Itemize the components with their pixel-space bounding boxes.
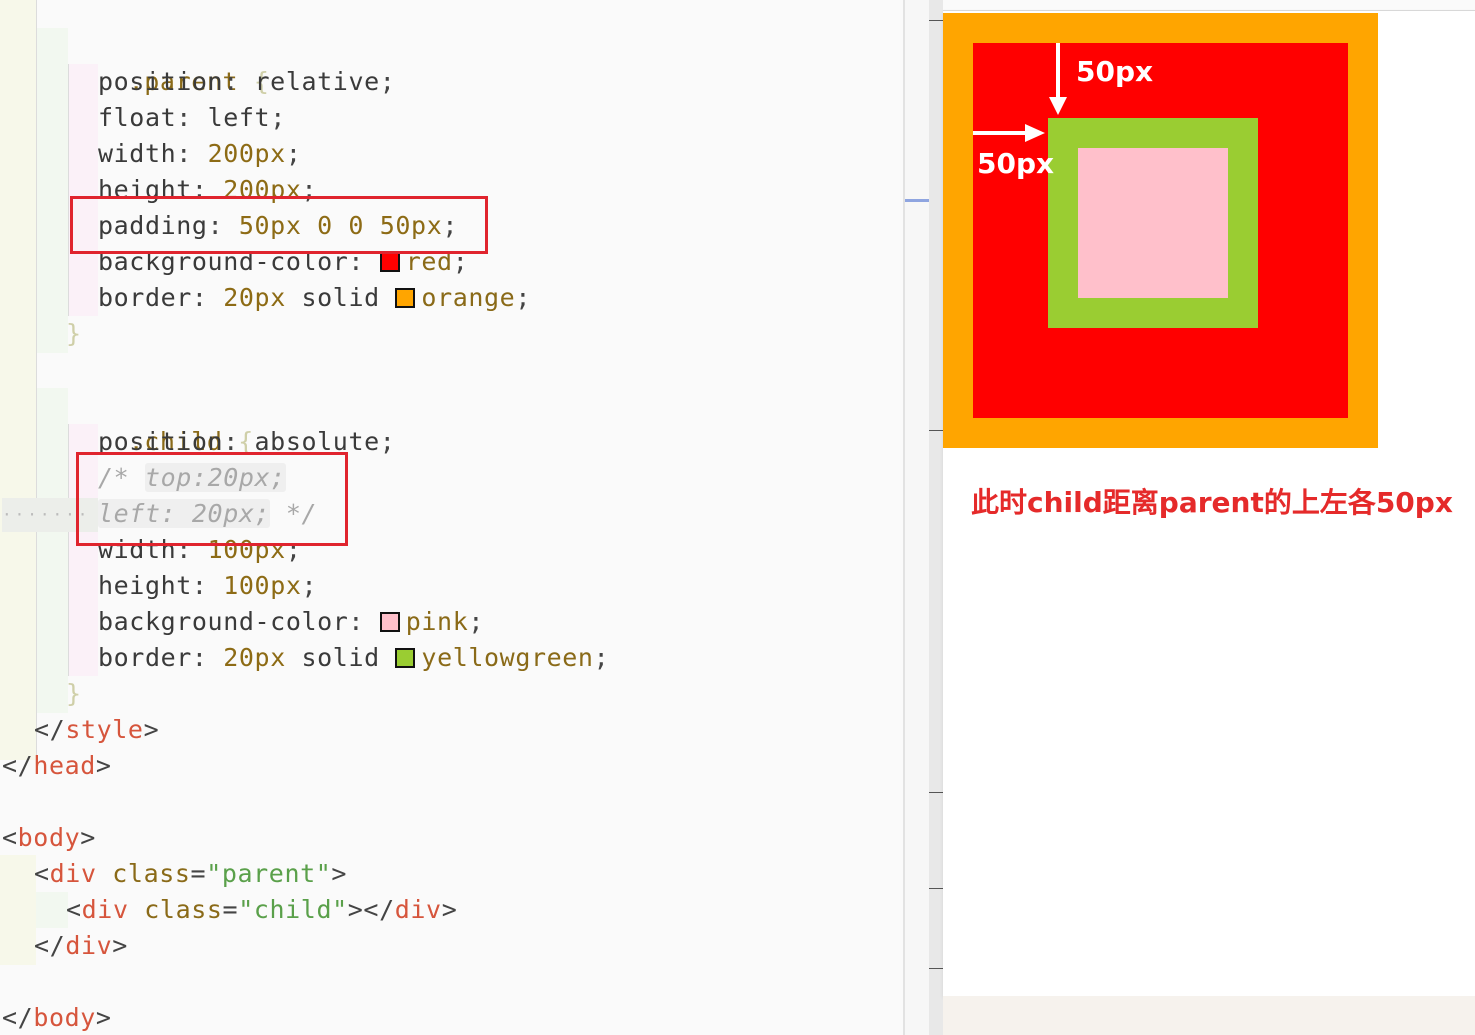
strip-tick (929, 430, 943, 431)
side-strip (929, 0, 943, 1035)
code-line[interactable]: </body> (2, 1000, 112, 1035)
right-arrow-icon (973, 124, 1045, 142)
code-line[interactable]: } (66, 316, 82, 352)
code-line[interactable]: background-color: pink; (98, 604, 484, 640)
code-line[interactable]: <div class="child"></div> (66, 892, 457, 928)
scroll-gutter[interactable] (905, 0, 929, 1035)
indent-guide (36, 388, 68, 713)
code-line[interactable]: .parent { (66, 28, 269, 96)
code-line[interactable]: border: 20px solid orange; (98, 280, 531, 316)
code-line[interactable]: </head> (2, 748, 112, 784)
code-line[interactable]: </style> (34, 712, 159, 748)
code-line[interactable]: .child { (66, 388, 254, 456)
indent-line (36, 0, 37, 760)
color-swatch-pink[interactable] (379, 612, 400, 632)
browser-preview: 50px 50px 此时child距离parent的上左各50px (943, 10, 1475, 996)
caption-text: 此时child距离parent的上左各50px (971, 486, 1453, 519)
preview-footer (943, 996, 1475, 1035)
code-line[interactable]: <body> (2, 820, 96, 856)
indent-guide (0, 0, 36, 760)
code-line[interactable]: <div class="parent"> (34, 856, 347, 892)
arrow-annotations (973, 43, 1067, 142)
color-swatch-orange[interactable] (395, 288, 416, 308)
indent-guide (0, 855, 36, 965)
down-arrow-icon (1049, 43, 1067, 115)
strip-tick (929, 968, 943, 969)
color-swatch-red[interactable] (379, 252, 400, 272)
code-line[interactable]: border: 20px solid yellowgreen; (98, 640, 609, 676)
highlight-box-comment (76, 452, 348, 546)
strip-tick (929, 888, 943, 889)
code-line[interactable]: height: 100px; (98, 568, 317, 604)
top-offset-label: 50px (1076, 55, 1154, 88)
highlight-box-padding (70, 196, 488, 254)
color-swatch-yellowgreen[interactable] (395, 648, 416, 668)
code-line[interactable]: position: relative; (98, 64, 395, 100)
code-line[interactable]: } (66, 676, 82, 712)
scroll-marker (905, 199, 929, 202)
indent-guide (36, 28, 68, 353)
indent-guide (36, 892, 68, 928)
code-line[interactable]: float: left; (98, 100, 286, 136)
code-editor[interactable]: .parent { position: relative; float: lef… (0, 0, 903, 1035)
code-line[interactable]: </div> (34, 928, 128, 964)
left-offset-label: 50px (977, 147, 1055, 180)
strip-tick (929, 20, 943, 21)
code-line[interactable]: width: 200px; (98, 136, 302, 172)
strip-tick (929, 792, 943, 793)
